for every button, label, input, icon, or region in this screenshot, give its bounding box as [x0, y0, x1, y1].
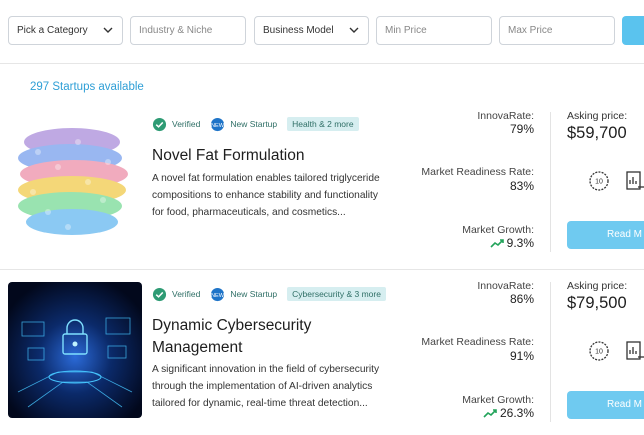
- growth-label: Market Growth:: [462, 394, 534, 406]
- category-tag[interactable]: Health & 2 more: [287, 117, 359, 131]
- verified-badge: Verified: [172, 289, 201, 299]
- listing-title[interactable]: Dynamic Cybersecurity Management: [152, 315, 392, 359]
- chevron-down-icon: [103, 27, 113, 33]
- innovarate-value: 79%: [509, 122, 534, 136]
- asking-price-label: Asking price:: [567, 280, 628, 292]
- asking-price-label: Asking price:: [567, 110, 628, 122]
- industry-placeholder: Industry & Niche: [139, 25, 213, 36]
- listing-image[interactable]: [8, 282, 142, 418]
- description-line: compositions to enhance stability and fu…: [152, 190, 378, 201]
- trending-up-icon: [483, 409, 497, 418]
- description-line: tailored for dynamic, real-time threat d…: [152, 398, 368, 409]
- readiness-label: Market Readiness Rate:: [421, 166, 534, 178]
- category-select[interactable]: Pick a Category: [8, 16, 123, 45]
- growth-value-wrap: 9.3%: [490, 236, 534, 250]
- read-more-button[interactable]: Read M: [567, 221, 644, 249]
- growth-value: 9.3%: [506, 236, 534, 250]
- innovarate-value: 86%: [509, 292, 534, 306]
- category-select-value: Pick a Category: [17, 25, 88, 36]
- business-model-value: Business Model: [263, 25, 334, 36]
- search-button[interactable]: [622, 16, 644, 45]
- svg-text:NEW: NEW: [211, 292, 225, 298]
- divider: [550, 282, 551, 422]
- verified-icon: [152, 287, 167, 301]
- asking-price: $59,700: [567, 124, 627, 142]
- new-startup-badge: New Startup: [230, 289, 278, 299]
- description-line: through the implementation of AI-driven …: [152, 381, 373, 392]
- listing-description: A significant innovation in the field of…: [152, 361, 407, 412]
- listing-image[interactable]: [8, 112, 142, 248]
- min-price-input[interactable]: Min Price: [376, 16, 492, 45]
- verified-badge: Verified: [172, 119, 201, 129]
- score-badge-icon[interactable]: 10: [588, 170, 610, 192]
- new-startup-badge: New Startup: [230, 119, 278, 129]
- listing-card: Verified NEW New Startup Cybersecurity &…: [0, 270, 644, 435]
- badges: Verified NEW New Startup Health & 2 more: [152, 116, 359, 132]
- max-price-placeholder: Max Price: [508, 25, 553, 36]
- results-count: 297 Startups available: [30, 81, 144, 93]
- badges: Verified NEW New Startup Cybersecurity &…: [152, 286, 386, 302]
- svg-text:10: 10: [595, 349, 603, 356]
- max-price-input[interactable]: Max Price: [499, 16, 615, 45]
- business-model-select[interactable]: Business Model: [254, 16, 369, 45]
- growth-value: 26.3%: [499, 406, 534, 420]
- svg-text:NEW: NEW: [211, 122, 225, 128]
- document-chart-icon[interactable]: [624, 170, 644, 192]
- read-more-button[interactable]: Read M: [567, 391, 644, 419]
- category-tag[interactable]: Cybersecurity & 3 more: [287, 287, 386, 301]
- growth-label: Market Growth:: [462, 224, 534, 236]
- industry-input[interactable]: Industry & Niche: [130, 16, 246, 45]
- verified-icon: [152, 117, 167, 131]
- trending-up-icon: [490, 239, 504, 248]
- description-line: A novel fat formulation enables tailored…: [152, 173, 380, 184]
- svg-text:10: 10: [595, 179, 603, 186]
- listing-card: Verified NEW New Startup Health & 2 more…: [0, 100, 644, 270]
- innovarate-label: InnovaRate:: [477, 280, 534, 292]
- growth-value-wrap: 26.3%: [483, 406, 534, 420]
- asking-price: $79,500: [567, 294, 627, 312]
- description-line: for food, pharmaceuticals, and cosmetics…: [152, 207, 346, 218]
- listing-description: A novel fat formulation enables tailored…: [152, 170, 407, 221]
- readiness-value: 83%: [509, 179, 534, 193]
- readiness-value: 91%: [509, 349, 534, 363]
- title-line: Dynamic Cybersecurity: [152, 317, 312, 334]
- description-line: A significant innovation in the field of…: [152, 364, 380, 375]
- cybersecurity-image: [8, 282, 142, 418]
- readiness-label: Market Readiness Rate:: [421, 336, 534, 348]
- score-badge-icon[interactable]: 10: [588, 340, 610, 362]
- divider: [550, 112, 551, 252]
- min-price-placeholder: Min Price: [385, 25, 427, 36]
- new-startup-icon: NEW: [211, 287, 225, 301]
- document-chart-icon[interactable]: [624, 340, 644, 362]
- chevron-down-icon: [349, 27, 359, 33]
- listing-title[interactable]: Novel Fat Formulation: [152, 145, 392, 167]
- innovarate-label: InnovaRate:: [477, 110, 534, 122]
- new-startup-icon: NEW: [211, 117, 225, 131]
- protein-structure-image: [8, 112, 142, 248]
- title-line: Management: [152, 339, 243, 356]
- filter-bar: Pick a Category Industry & Niche Busines…: [0, 0, 644, 64]
